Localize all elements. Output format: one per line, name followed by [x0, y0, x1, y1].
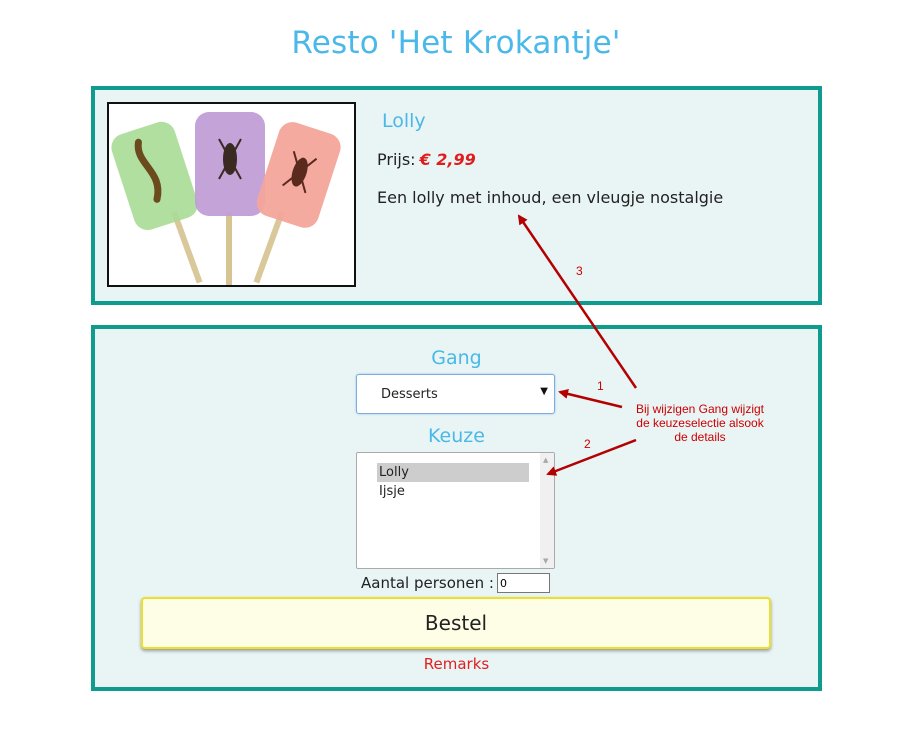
product-details-panel: Lolly Prijs: € 2,99 Een lolly met inhoud,… [91, 86, 822, 305]
gang-select-value: Desserts [381, 387, 438, 402]
product-name: Lolly [382, 110, 426, 132]
annotation-note-line: de details [674, 430, 726, 444]
price-row: Prijs: € 2,99 [377, 150, 476, 169]
gang-select[interactable]: Desserts ▼ [356, 374, 555, 414]
annotation-number-3: 3 [576, 264, 583, 278]
annotation-note-line: Bij wijzigen Gang wijzigt [635, 402, 765, 416]
order-button[interactable]: Bestel [141, 597, 771, 649]
product-description: Een lolly met inhoud, een vleugje nostal… [377, 188, 724, 207]
list-item[interactable]: Ijsje [377, 482, 529, 501]
scroll-down-icon[interactable]: ▼ [543, 557, 548, 565]
list-item[interactable]: Lolly [377, 463, 529, 482]
lollipop-illustration [111, 112, 341, 285]
price-label: Prijs: [377, 150, 416, 169]
gang-label: Gang [431, 347, 482, 369]
annotation-note-line: de keuzeselectie alsook [636, 416, 764, 430]
persons-input[interactable] [497, 573, 550, 593]
persons-label: Aantal personen : [361, 574, 494, 592]
listbox-scrollbar[interactable]: ▲ ▼ [540, 453, 554, 568]
scroll-up-icon[interactable]: ▲ [543, 456, 548, 464]
annotation-number-1: 1 [597, 379, 604, 393]
annotation-note: Bij wijzigen Gang wijzigt de keuzeselect… [624, 402, 776, 444]
remarks-text: Remarks [423, 655, 490, 673]
page-title: Resto 'Het Krokantje' [291, 25, 621, 61]
dropdown-arrow-icon[interactable]: ▼ [540, 386, 548, 397]
order-panel: Gang Desserts ▼ Keuze Lolly Ijsje ▲ ▼ Aa… [91, 325, 822, 691]
price-value: € 2,99 [419, 150, 476, 169]
product-image [107, 102, 356, 287]
annotation-number-2: 2 [584, 437, 591, 451]
keuze-listbox[interactable]: Lolly Ijsje ▲ ▼ [356, 452, 555, 569]
